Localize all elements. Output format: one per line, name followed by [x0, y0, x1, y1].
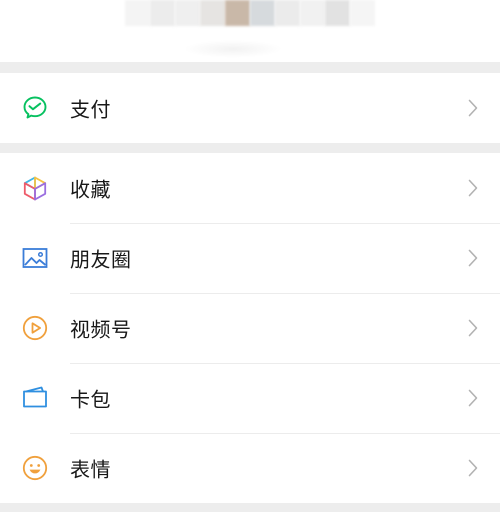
chevron-right-icon [468, 389, 478, 407]
chevron-right-icon [468, 459, 478, 477]
menu-item-favorites[interactable]: 收藏 [0, 153, 500, 223]
profile-shadow [183, 40, 283, 58]
menu-item-label: 收藏 [70, 177, 111, 202]
next-section-partial [0, 512, 500, 532]
pay-section: 支付 [0, 73, 500, 143]
menu-item-emoji[interactable]: 表情 [0, 433, 500, 503]
chevron-right-icon [468, 179, 478, 197]
blurred-profile-info [125, 0, 375, 26]
favorites-icon [22, 175, 48, 201]
menu-item-label: 卡包 [70, 387, 111, 412]
chevron-right-icon [468, 99, 478, 117]
channels-icon [22, 315, 48, 341]
menu-item-pay[interactable]: 支付 [0, 73, 500, 143]
cards-icon [22, 385, 48, 411]
pay-icon [22, 95, 48, 121]
chevron-right-icon [468, 319, 478, 337]
chevron-right-icon [468, 249, 478, 267]
menu-item-label: 朋友圈 [70, 247, 132, 272]
menu-item-cards[interactable]: 卡包 [0, 363, 500, 433]
moments-icon [22, 245, 48, 271]
menu-item-moments[interactable]: 朋友圈 [0, 223, 500, 293]
feature-section: 收藏 朋友圈 视频号 卡包 表情 [0, 153, 500, 503]
menu-item-label: 视频号 [70, 317, 132, 342]
profile-header[interactable] [0, 0, 500, 62]
menu-item-label: 支付 [70, 97, 111, 122]
menu-item-label: 表情 [70, 457, 111, 482]
emoji-icon [22, 455, 48, 481]
menu-item-channels[interactable]: 视频号 [0, 293, 500, 363]
